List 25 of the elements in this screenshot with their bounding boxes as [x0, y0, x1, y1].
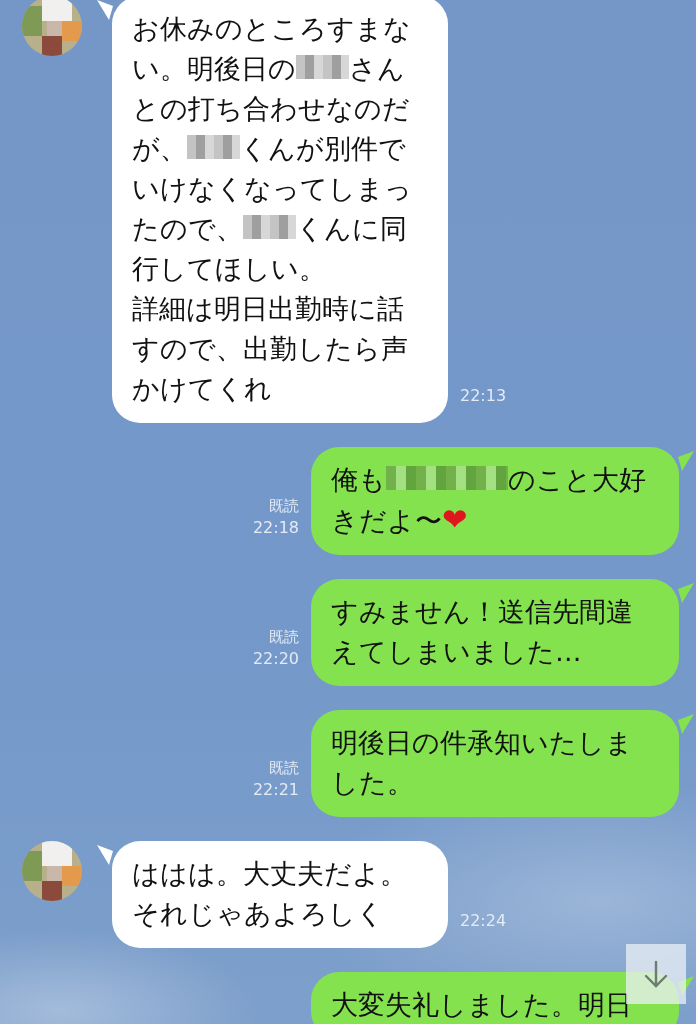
timestamp: 22:20: [252, 648, 299, 670]
scroll-down-button[interactable]: [626, 944, 686, 1004]
avatar[interactable]: [22, 841, 82, 901]
read-receipt: 既読: [269, 758, 299, 779]
message-text: それじゃあよろしく: [132, 897, 385, 931]
message-text: ははは。大丈夫だよ。: [132, 857, 408, 891]
read-receipt: 既読: [269, 627, 299, 648]
avatar[interactable]: [22, 0, 82, 56]
message-text: 大変失礼しました。明日: [331, 988, 633, 1022]
timestamp: 22:24: [460, 910, 507, 932]
bubble-tail: [678, 451, 694, 471]
message-text: 詳細は明日出勤時に話すので、出勤したら声かけてくれ: [132, 292, 409, 406]
message-text: 明後日の件承知いたしました。: [331, 726, 634, 800]
bubble-tail: [678, 714, 694, 734]
message-text: すみません！送信先間違えてしまいました…: [331, 595, 634, 669]
timestamp: 22:21: [252, 779, 299, 801]
timestamp: 22:18: [252, 517, 299, 539]
bubble-tail: [97, 845, 113, 865]
message-text: 俺も のこと大好きだよ〜❤: [331, 463, 647, 539]
read-receipt: 既読: [269, 496, 299, 517]
timestamp: 22:13: [460, 385, 507, 407]
down-arrow-icon: [643, 959, 669, 989]
bubble-tail: [97, 0, 113, 20]
message-text: お休みのところすまない。明後日の さんとの打ち合わせなのだが、 くんが別件でいけなくなってしまったので、 くんに同行してほしい。: [132, 12, 413, 286]
bubble-tail: [678, 583, 694, 603]
